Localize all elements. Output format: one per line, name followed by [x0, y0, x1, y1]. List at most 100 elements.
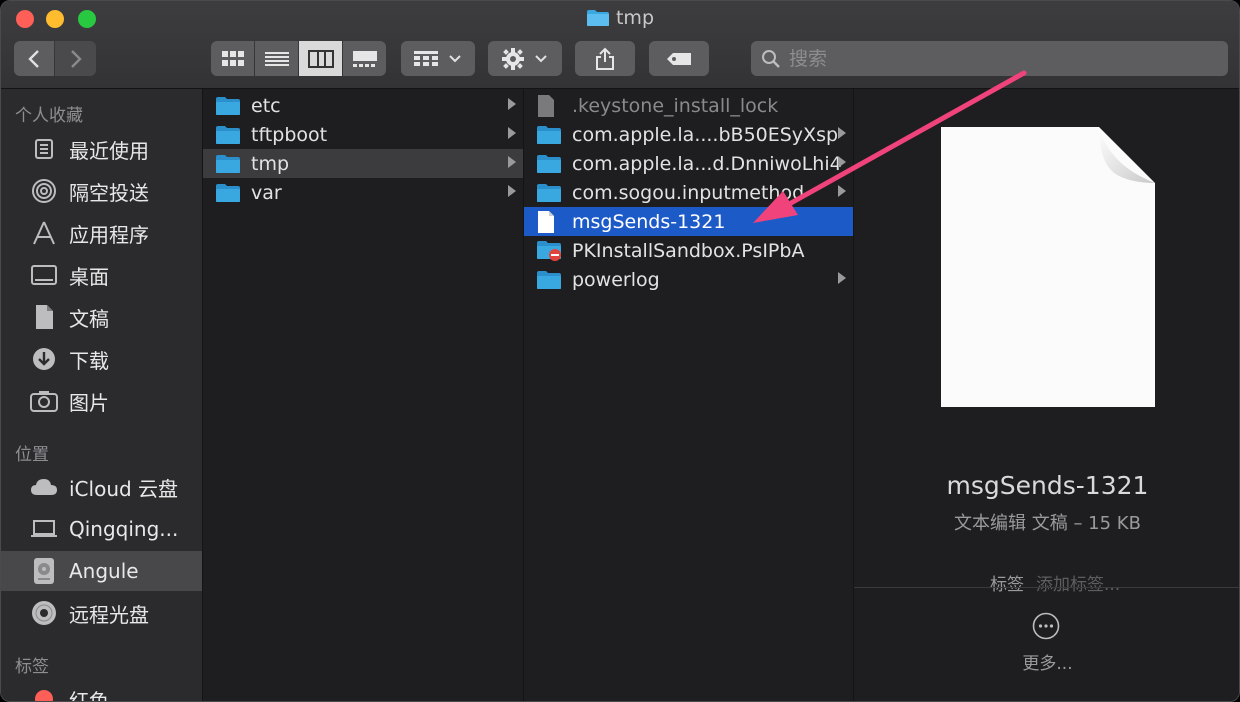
sidebar-item-recents[interactable]: 最近使用: [1, 129, 202, 169]
action-button[interactable]: [488, 41, 562, 76]
column-view-button[interactable]: [299, 41, 342, 76]
sidebar-section-locations: 位置: [15, 445, 49, 465]
sidebar-item-documents[interactable]: 文稿: [1, 297, 202, 337]
toolbar: tmp: [1, 1, 1239, 89]
sidebar-item-label: 远程光盘: [69, 602, 149, 627]
sidebar-item-label: 下载: [69, 348, 109, 373]
folder-icon: [215, 124, 241, 146]
preview-pane: msgSends-1321 文本编辑 文稿 – 15 KB 标签 添加标签... …: [854, 89, 1239, 701]
preview-file-meta: 文本编辑 文稿 – 15 KB: [954, 513, 1141, 534]
sidebar-item-airdrop[interactable]: 隔空投送: [1, 171, 202, 211]
list-item-label: tftpboot: [251, 123, 328, 146]
list-item-selected[interactable]: msgSends-1321: [524, 207, 853, 236]
sidebar-item-label: 最近使用: [69, 138, 149, 163]
add-tags-field[interactable]: 添加标签...: [1036, 575, 1120, 595]
gear-icon: [502, 47, 524, 70]
search-input[interactable]: [789, 47, 1209, 70]
downloads-icon: [29, 344, 59, 374]
folder-icon: [215, 95, 241, 117]
window-title-label: tmp: [615, 7, 655, 29]
sidebar-item-remote-disc[interactable]: 远程光盘: [1, 593, 202, 633]
sidebar-item-icloud[interactable]: iCloud 云盘: [1, 467, 202, 507]
chevron-down-icon: [449, 54, 461, 62]
zoom-window-button[interactable]: [78, 10, 96, 28]
folder-icon: [586, 9, 610, 32]
locked-folder-icon: [536, 240, 562, 262]
list-item[interactable]: .keystone_install_lock: [524, 91, 853, 120]
list-item[interactable]: com.apple.la...d.DnniwoLhi4: [524, 149, 853, 178]
column-root: etc tftpboot tmp var: [203, 89, 524, 701]
sidebar-item-applications[interactable]: 应用程序: [1, 213, 202, 253]
more-ellipsis-icon[interactable]: [1032, 612, 1060, 640]
sidebar-item-pictures[interactable]: 图片: [1, 381, 202, 421]
list-item-label: msgSends-1321: [572, 210, 726, 233]
list-item[interactable]: etc: [203, 91, 523, 120]
share-button[interactable]: [575, 41, 635, 76]
sidebar-item-label: iCloud 云盘: [69, 476, 179, 501]
more-button[interactable]: 更多...: [854, 649, 1239, 674]
recents-icon: [29, 134, 59, 164]
search-field[interactable]: [751, 41, 1228, 76]
forward-button[interactable]: [55, 41, 96, 76]
minimize-window-button[interactable]: [46, 10, 64, 28]
sidebar-item-label: 桌面: [69, 264, 109, 289]
list-item-label: var: [251, 181, 282, 204]
tags-label: 标签: [990, 575, 1024, 595]
sidebar-item-label: 隔空投送: [69, 180, 149, 205]
disclosure-arrow-icon: [508, 98, 516, 110]
sidebar-item-label: 图片: [69, 390, 109, 415]
sidebar-item-downloads[interactable]: 下载: [1, 339, 202, 379]
red-tag-dot-icon: [29, 684, 59, 701]
divider: [854, 587, 1239, 588]
arrange-grid-icon: [414, 50, 438, 66]
file-icon: [536, 210, 562, 233]
list-item[interactable]: tmp: [203, 149, 523, 178]
gallery-view-button[interactable]: [343, 41, 386, 76]
list-item-label: PKInstallSandbox.PsIPbA: [572, 239, 805, 262]
folder-icon: [536, 153, 562, 175]
columns-icon: [307, 49, 334, 68]
pictures-icon: [29, 386, 59, 416]
disclosure-arrow-icon: [508, 127, 516, 139]
list-item-label: com.sogou.inputmethod: [572, 181, 805, 204]
sidebar-item-label: Angule: [69, 559, 139, 583]
disclosure-arrow-icon: [508, 156, 516, 168]
list-item[interactable]: com.apple.la....bB50ESyXsp: [524, 120, 853, 149]
disclosure-arrow-icon: [838, 185, 846, 197]
sidebar-item-computer[interactable]: Qingqing...: [1, 509, 202, 549]
disk-icon: [29, 556, 59, 586]
sidebar-item-label: 红色: [69, 688, 109, 702]
icon-view-button[interactable]: [211, 41, 254, 76]
list-item[interactable]: var: [203, 178, 523, 207]
group-by-button[interactable]: [401, 41, 475, 76]
share-icon: [596, 47, 614, 70]
tag-icon: [667, 52, 691, 65]
file-icon: [536, 94, 562, 117]
sidebar: 个人收藏 最近使用 隔空投送 应用程序 桌面 文稿 下载 图片 位置 iClou…: [1, 89, 203, 702]
documents-icon: [29, 302, 59, 332]
sidebar-item-label: 文稿: [69, 306, 109, 331]
list-view-button[interactable]: [255, 41, 298, 76]
preview-file-name: msgSends-1321: [946, 471, 1149, 500]
laptop-icon: [29, 514, 59, 544]
close-window-button[interactable]: [16, 10, 34, 28]
folder-icon: [536, 269, 562, 291]
list-item[interactable]: com.sogou.inputmethod: [524, 178, 853, 207]
edit-tags-button[interactable]: [649, 41, 709, 76]
list-item-label: powerlog: [572, 268, 660, 291]
back-button[interactable]: [14, 41, 54, 76]
sidebar-item-angule[interactable]: Angule: [1, 551, 202, 591]
sidebar-item-tag-red[interactable]: 红色: [1, 679, 202, 702]
list-item-label: com.apple.la....bB50ESyXsp: [572, 123, 839, 146]
list-item-label: .keystone_install_lock: [572, 94, 779, 117]
window-title: tmp: [1, 7, 1239, 32]
sidebar-section-tags: 标签: [15, 657, 49, 677]
applications-icon: [29, 218, 59, 248]
list-item[interactable]: powerlog: [524, 265, 853, 294]
disclosure-arrow-icon: [838, 272, 846, 284]
list-item[interactable]: tftpboot: [203, 120, 523, 149]
chevron-down-icon: [535, 54, 547, 62]
list-item-label: tmp: [251, 152, 290, 175]
list-item[interactable]: PKInstallSandbox.PsIPbA: [524, 236, 853, 265]
sidebar-item-desktop[interactable]: 桌面: [1, 255, 202, 295]
